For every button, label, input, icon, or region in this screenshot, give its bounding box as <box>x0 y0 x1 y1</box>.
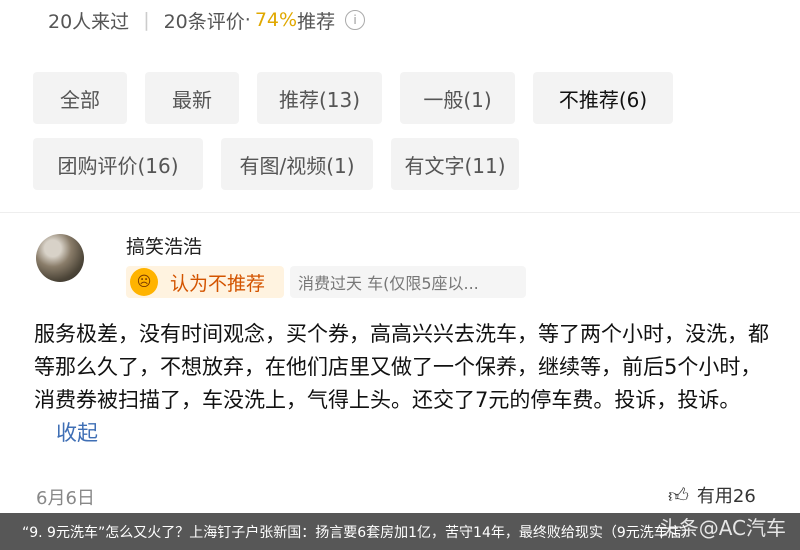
stats-separator: | <box>143 9 150 31</box>
coupon-tag[interactable]: 消费过天 车(仅限5座以... <box>290 266 526 298</box>
review-text: 服务极差，没有时间观念，买个券，高高兴兴去洗车，等了两个小时，没洗，都等那么久了… <box>34 318 774 450</box>
recommend-suffix: 推荐 <box>297 10 336 33</box>
stats-dot: · <box>244 9 251 31</box>
angry-face-icon: ☹ <box>130 268 158 296</box>
filter-chips: 全部 最新 推荐(13) 一般(1) 不推荐(6) 团购评价(16) 有图/视频… <box>33 72 773 190</box>
review-date: 6月6日 <box>36 488 95 509</box>
filter-photo-video[interactable]: 有图/视频(1) <box>221 138 373 190</box>
review-count: 20条评价 <box>163 10 245 33</box>
thumbs-up-icon: 👍︎ <box>668 482 689 507</box>
avatar[interactable] <box>36 234 84 282</box>
helpful-button[interactable]: 👍︎ 有用26 <box>668 482 756 508</box>
filter-with-text[interactable]: 有文字(11) <box>391 138 519 190</box>
verdict-label: 认为不推荐 <box>170 272 266 295</box>
helpful-label: 有用26 <box>696 486 756 507</box>
visitor-count: 20人来过 <box>48 10 130 33</box>
divider <box>0 212 800 213</box>
review-body: 服务极差，没有时间观念，买个券，高高兴兴去洗车，等了两个小时，没洗，都等那么久了… <box>34 322 769 412</box>
recommend-percent: 74% <box>254 9 298 31</box>
watermark: 头条@AC汽车 <box>658 516 786 540</box>
review-stats: 20人来过 | 20条评价 · 74% 推荐 i <box>48 6 366 34</box>
collapse-link[interactable]: 收起 <box>56 421 98 445</box>
filter-all[interactable]: 全部 <box>33 72 127 124</box>
info-icon[interactable]: i <box>345 10 366 30</box>
filter-not-recommended[interactable]: 不推荐(6) <box>533 72 673 124</box>
filter-latest[interactable]: 最新 <box>145 72 239 124</box>
verdict-badge: ☹ 认为不推荐 <box>126 266 284 298</box>
filter-group-buy[interactable]: 团购评价(16) <box>33 138 203 190</box>
username[interactable]: 搞笑浩浩 <box>126 232 202 259</box>
filter-recommended[interactable]: 推荐(13) <box>257 72 382 124</box>
filter-average[interactable]: 一般(1) <box>400 72 515 124</box>
